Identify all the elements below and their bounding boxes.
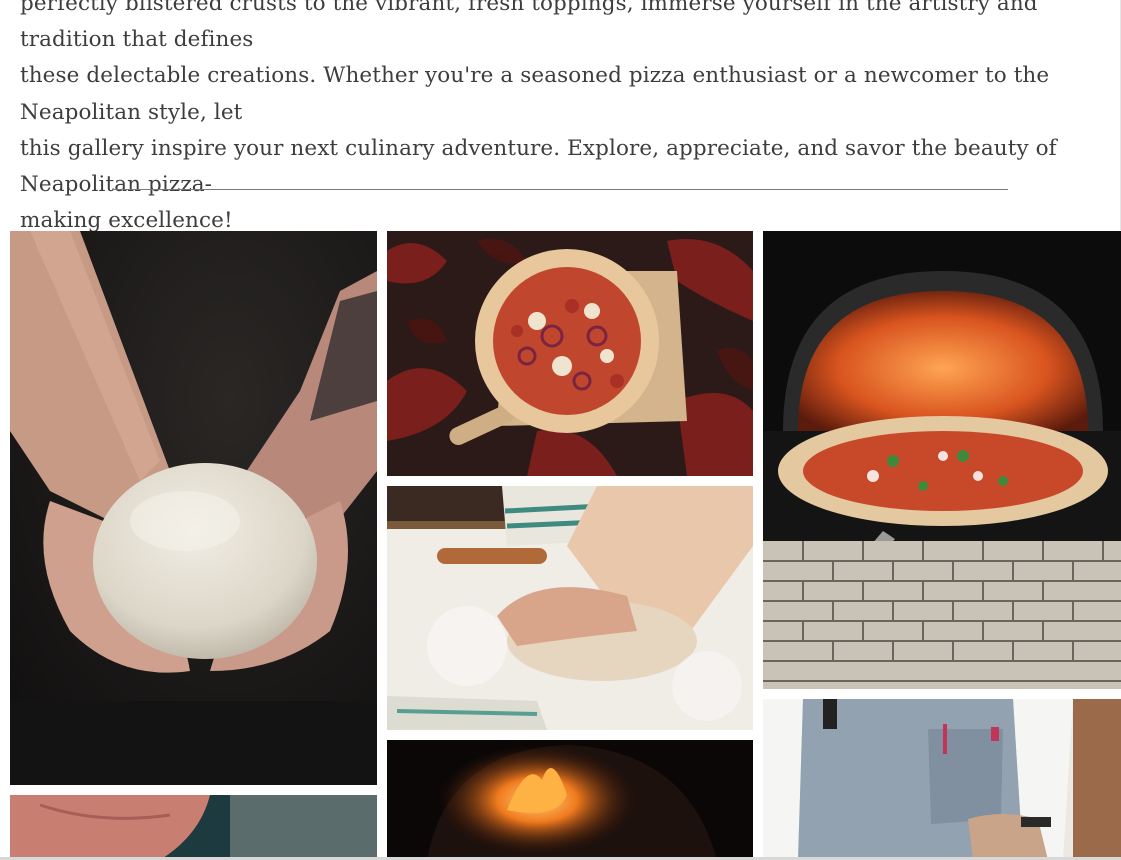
- oven-fire-photo[interactable]: [387, 740, 753, 860]
- gallery-intro-text: perfectly blistered crusts to the vibran…: [20, 0, 1057, 234]
- section-divider: [112, 189, 1008, 190]
- chef-apron-photo[interactable]: [763, 699, 1121, 860]
- pizza-on-board-photo[interactable]: [387, 231, 753, 476]
- photo-gallery: [10, 231, 1121, 860]
- dough-ball-hands-photo[interactable]: [10, 231, 377, 785]
- wood-fired-oven-pizza-photo[interactable]: [763, 231, 1121, 689]
- kneading-dough-photo[interactable]: [387, 486, 753, 730]
- hand-closeup-photo[interactable]: [10, 795, 377, 860]
